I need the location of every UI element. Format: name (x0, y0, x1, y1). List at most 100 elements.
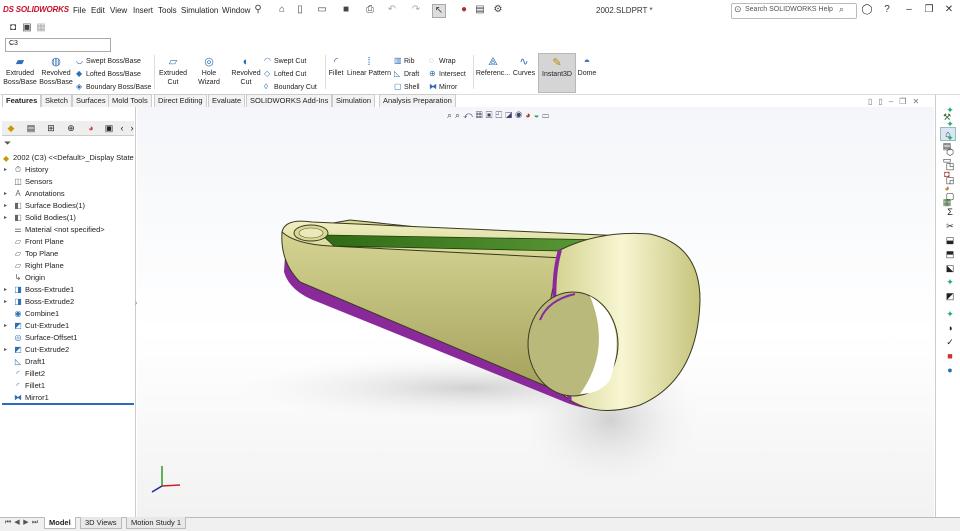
expand-arrow-icon[interactable]: ▸ (4, 296, 7, 308)
search-icon[interactable]: ⌕ (839, 4, 844, 15)
rib-button[interactable]: ▥ Rib (394, 56, 415, 65)
tool-icon-11[interactable]: ⬓ (943, 234, 957, 246)
tab-evaluate[interactable]: Evaluate (208, 94, 246, 107)
first-tab-icon[interactable]: ⏮ (4, 518, 12, 528)
tool-icon-12[interactable]: ⬒ (943, 248, 957, 260)
tree-item[interactable]: ▸ ◨ Boss-Extrude2 (0, 296, 134, 308)
tool-icon-10[interactable]: ✂ (943, 220, 957, 232)
solidworks-logo[interactable]: DS SOLIDWORKS (3, 5, 69, 14)
traffic-light-icon[interactable]: ● (458, 4, 470, 16)
menu-edit[interactable]: Edit (91, 6, 105, 15)
tool-icon-19[interactable]: ■ (943, 350, 957, 362)
tab-motion-study-1[interactable]: Motion Study 1 (126, 517, 187, 529)
mirror-button[interactable]: ⧓ Mirror (429, 82, 457, 91)
next-tab-icon[interactable]: ▶ (22, 518, 30, 528)
feature-manager-tab-icon[interactable]: ◆ (5, 122, 17, 134)
user-icon[interactable]: ◯ (860, 4, 874, 15)
configuration-manager-tab-icon[interactable]: ⊞ (45, 122, 57, 134)
tab-sketch[interactable]: Sketch (41, 94, 72, 107)
expand-arrow-icon[interactable]: ▸ (4, 344, 7, 356)
boundary-boss-button[interactable]: ◈ Boundary Boss/Base (76, 82, 151, 91)
rollback-bar[interactable] (2, 403, 134, 405)
restore-icon[interactable]: ❐ (922, 4, 936, 15)
hole-wizard-button[interactable]: ◎ Hole Wizard (190, 56, 228, 87)
tree-item[interactable]: ◎ Surface-Offset1 (0, 332, 134, 344)
last-tab-icon[interactable]: ⏭ (31, 518, 39, 528)
wrap-button[interactable]: ◌ Wrap (429, 56, 456, 65)
boundary-cut-button[interactable]: ◊ Boundary Cut (264, 82, 317, 91)
revolved-cut-button[interactable]: ◐ Revolved Cut (230, 56, 262, 87)
help-icon[interactable]: ? (880, 4, 894, 15)
pin-icon[interactable]: ⚲ (252, 4, 264, 16)
lofted-boss-button[interactable]: ◆ Lofted Boss/Base (76, 69, 141, 78)
select-pointer-icon[interactable]: ↖ (432, 4, 446, 18)
tool-icon-17[interactable]: ◑ (943, 322, 957, 334)
tab-surfaces[interactable]: Surfaces (72, 94, 110, 107)
undo-icon[interactable]: ↶ (386, 4, 398, 16)
filter-icon[interactable]: ⏷ (4, 138, 11, 149)
tree-item[interactable]: ▸ A Annotations (0, 188, 134, 200)
reference-geometry-button[interactable]: ⟁ Referenc... (475, 56, 511, 78)
menu-file[interactable]: File (73, 6, 86, 15)
tool-icon-8[interactable]: ▢ (943, 190, 957, 202)
draft-button[interactable]: ◺ Draft (394, 69, 419, 78)
tree-item[interactable]: ↳ Origin (0, 272, 134, 284)
tab-direct-editing[interactable]: Direct Editing (154, 94, 207, 107)
swept-cut-button[interactable]: ◠ Swept Cut (264, 56, 306, 65)
search-box[interactable]: ⊙ Search SOLIDWORKS Help ⌕ (731, 3, 857, 19)
menu-insert[interactable]: Insert (133, 6, 153, 15)
tab-model[interactable]: Model (44, 517, 76, 529)
property-manager-tab-icon[interactable]: ▤ (25, 122, 37, 134)
tree-item[interactable]: ▸ ◨ Boss-Extrude1 (0, 284, 134, 296)
configuration-select[interactable]: C3 ⌄ (5, 38, 111, 52)
expand-arrow-icon[interactable]: ▸ (4, 164, 7, 176)
tree-item[interactable]: ⚌ Material <not specified> (0, 224, 134, 236)
instant3d-button[interactable]: ✎ Instant3D (538, 53, 576, 93)
dimxpert-tab-icon[interactable]: ⊕ (65, 122, 77, 134)
tree-item[interactable]: ▸ ◧ Surface Bodies(1) (0, 200, 134, 212)
save-icon[interactable]: ■ (340, 4, 352, 16)
shell-button[interactable]: ▢ Shell (394, 82, 420, 91)
linear-pattern-button[interactable]: ⁞ Linear Pattern (347, 56, 391, 78)
tab-3d-views[interactable]: 3D Views (80, 517, 122, 529)
options-gear-icon[interactable]: ⚙ (492, 4, 504, 16)
tree-item[interactable]: ▸ ◩ Cut-Extrude1 (0, 320, 134, 332)
camera-icon[interactable]: ◘ (7, 22, 19, 34)
expand-arrow-icon[interactable]: ▸ (4, 284, 7, 296)
extruded-boss-button[interactable]: ▰ Extruded Boss/Base (3, 56, 37, 87)
tool-icon-20[interactable]: ● (943, 364, 957, 376)
part-model[interactable] (137, 107, 934, 518)
tool-icon-2[interactable]: ✦ (943, 104, 957, 116)
expand-arrow-icon[interactable]: ▸ (4, 188, 7, 200)
split-vertical-icon[interactable]: ▯ (868, 97, 878, 106)
menu-window[interactable]: Window (222, 6, 250, 15)
viewport-restore-icon[interactable]: ❐ (899, 97, 912, 106)
tree-item[interactable]: ▸ ⏱ History (0, 164, 134, 176)
tree-item[interactable]: ◜ Fillet1 (0, 380, 134, 392)
tool-icon-13[interactable]: ⬕ (943, 262, 957, 274)
tool-icon-15[interactable]: ◩ (943, 290, 957, 302)
extruded-cut-button[interactable]: ▱ Extruded Cut (157, 56, 189, 87)
display-manager-tab-icon[interactable]: ◕ (85, 122, 97, 134)
expand-arrow-icon[interactable]: ▸ (4, 320, 7, 332)
new-document-icon[interactable]: ▯ (294, 4, 306, 16)
tree-item[interactable]: ▱ Front Plane (0, 236, 134, 248)
tree-item[interactable]: ◉ Combine1 (0, 308, 134, 320)
prev-tab-icon[interactable]: ◀ (13, 518, 21, 528)
close-icon[interactable]: ✕ (942, 4, 956, 15)
expand-arrow-icon[interactable]: ▸ (4, 200, 7, 212)
redo-icon[interactable]: ↷ (410, 4, 422, 16)
tab-simulation[interactable]: Simulation (332, 94, 376, 107)
tool-icon-14[interactable]: ✦ (943, 276, 957, 288)
viewport-minimize-icon[interactable]: – (889, 97, 899, 106)
menu-tools[interactable]: Tools (158, 6, 177, 15)
tool-icon-3[interactable]: ✦ (943, 118, 957, 130)
tree-item[interactable]: ◺ Draft1 (0, 356, 134, 368)
tool-icon-4[interactable]: ✦ (943, 132, 957, 144)
tree-item[interactable]: ▱ Top Plane (0, 248, 134, 260)
revolved-boss-button[interactable]: ◍ Revolved Boss/Base (39, 56, 73, 87)
sum-icon[interactable]: Σ (943, 206, 957, 218)
open-folder-icon[interactable]: ▭ (316, 4, 328, 16)
tree-item[interactable]: ▸ ◩ Cut-Extrude2 (0, 344, 134, 356)
check-icon[interactable]: ✓ (943, 336, 957, 348)
